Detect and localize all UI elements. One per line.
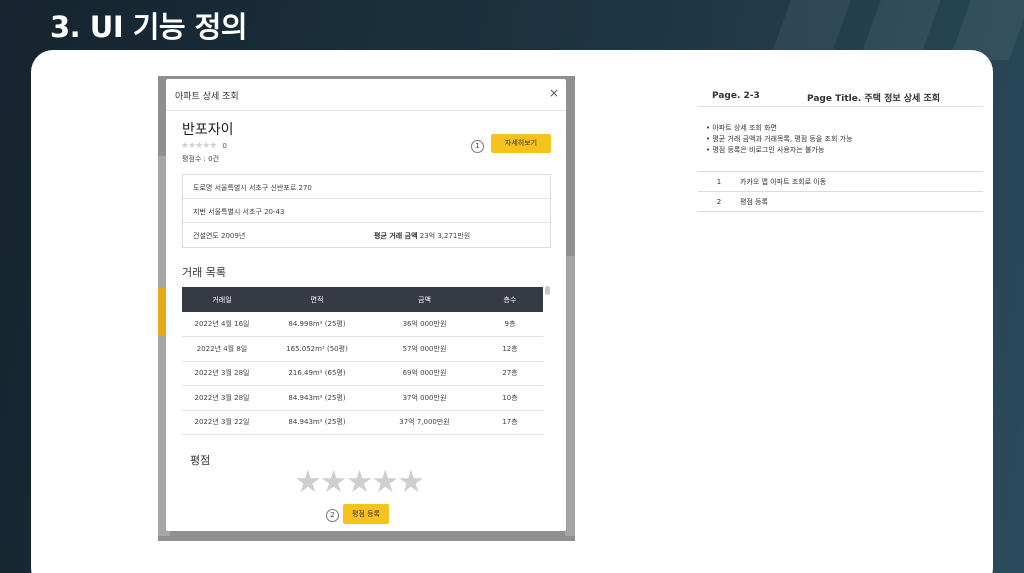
cell-price: 37억 7,000만원 [372, 410, 477, 435]
year-row: 건설연도 2009년 평균 거래 금액 23억 3,271만원 [183, 223, 550, 247]
description-header: Page. 2-3 Page Title. 주택 정보 상세 조회 [698, 85, 983, 107]
table-header-row: 거래일 면적 금액 층수 [182, 287, 543, 312]
cell-floor: 27층 [477, 361, 543, 386]
trade-table: 거래일 면적 금액 층수 2022년 4월 16일 84.998m² (25평)… [182, 287, 543, 435]
screenshot-frame: 아파트 상세 조회 × 반포자이 ★★★★★ 0 평점수 : 0건 1 자세히보기… [158, 76, 575, 541]
slide-title: 3. UI 기능 정의 [50, 10, 248, 44]
trade-list-title: 거래 목록 [182, 266, 226, 279]
page-title: Page Title. 주택 정보 상세 조회 [807, 94, 941, 104]
table-row: 1 카카오 맵 아파트 조회로 이동 [698, 171, 983, 192]
average-label: 평균 거래 금액 [374, 232, 418, 240]
rating-input-stars-icon[interactable]: ★★★★★ [294, 467, 425, 498]
page-number: Page. 2-3 [712, 91, 760, 101]
map-background-right [565, 256, 575, 536]
info-box: 도로명 서울특별시 서초구 신반포로 270 지번 서울특별시 서초구 20-4… [182, 174, 551, 248]
list-item: 아파트 상세 조회 화면 [706, 123, 983, 134]
feature-text: 카카오 맵 아파트 조회로 이동 [740, 171, 983, 192]
feature-number: 2 [698, 191, 740, 212]
table-row: 2022년 4월 16일 84.998m² (25평) 36억 000만원 9층 [182, 312, 543, 337]
rating-stars: ★★★★★ [181, 141, 217, 151]
cell-floor: 9층 [477, 312, 543, 337]
lot-address-row: 지번 서울특별시 서초구 20-43 [183, 199, 550, 223]
cell-date: 2022년 4월 8일 [182, 336, 262, 362]
col-header-date: 거래일 [182, 287, 262, 312]
description-panel: Page. 2-3 Page Title. 주택 정보 상세 조회 아파트 상세… [698, 85, 983, 212]
cell-area: 216.49m² (65평) [262, 361, 372, 386]
feature-text: 평점 등록 [740, 191, 983, 212]
annotation-marker-1: 1 [471, 140, 484, 153]
road-address-row: 도로명 서울특별시 서초구 신반포로 270 [183, 175, 550, 199]
list-item: 평균 거래 금액과 거래목록, 평점 등을 조회 가능 [706, 134, 983, 145]
close-icon[interactable]: × [549, 86, 559, 100]
lot-label: 지번 [193, 208, 206, 216]
modal-header: 아파트 상세 조회 [166, 79, 566, 111]
cell-price: 37억 000만원 [372, 385, 477, 411]
col-header-area: 면적 [262, 287, 372, 312]
table-row: 2022년 3월 28일 84.943m² (25평) 37억 000만원 10… [182, 385, 543, 411]
apartment-name: 반포자이 [182, 122, 234, 138]
cell-price: 69억 000만원 [372, 361, 477, 386]
rate-submit-button[interactable]: 평점 등록 [343, 504, 389, 524]
list-item: 평점 등록은 비로그인 사용자는 불가능 [706, 145, 983, 156]
average-price: 평균 거래 금액 23억 3,271만원 [374, 231, 470, 241]
road-label: 도로명 [193, 184, 213, 192]
cell-area: 84.943m² (25평) [262, 385, 372, 411]
rating-section-title: 평점 [190, 454, 211, 467]
col-header-floor: 층수 [477, 287, 543, 312]
cell-date: 2022년 4월 16일 [182, 312, 262, 337]
average-value: 23억 3,271만원 [419, 232, 471, 240]
lot-value: 서울특별시 서초구 20-43 [208, 208, 285, 216]
cell-date: 2022년 3월 22일 [182, 410, 262, 435]
cell-area: 165.052m² (50평) [262, 336, 372, 362]
cell-floor: 12층 [477, 336, 543, 362]
scrollbar[interactable] [545, 286, 550, 295]
cell-date: 2022년 3월 28일 [182, 361, 262, 386]
modal-title: 아파트 상세 조회 [175, 92, 239, 102]
apartment-detail-modal: 아파트 상세 조회 × 반포자이 ★★★★★ 0 평점수 : 0건 1 자세히보기… [166, 79, 566, 531]
description-bullets: 아파트 상세 조회 화면 평균 거래 금액과 거래목록, 평점 등을 조회 가능… [698, 123, 983, 156]
table-row: 2022년 3월 22일 84.943m² (25평) 37억 7,000만원 … [182, 410, 543, 435]
cell-area: 84.943m² (25평) [262, 410, 372, 435]
cell-date: 2022년 3월 28일 [182, 385, 262, 411]
feature-table: 1 카카오 맵 아파트 조회로 이동 2 평점 등록 [698, 171, 983, 212]
year-value: 2009년 [221, 232, 246, 240]
road-value: 서울특별시 서초구 신반포로 270 [214, 184, 312, 192]
annotation-marker-2: 2 [326, 509, 339, 522]
table-row: 2 평점 등록 [698, 191, 983, 212]
cell-price: 57억 000만원 [372, 336, 477, 362]
table-row: 2022년 3월 28일 216.49m² (65평) 69억 000만원 27… [182, 361, 543, 386]
rating-value: 0 [222, 142, 227, 150]
cell-floor: 17층 [477, 410, 543, 435]
table-row: 2022년 4월 8일 165.052m² (50평) 57억 000만원 12… [182, 336, 543, 362]
cell-price: 36억 000만원 [372, 312, 477, 337]
cell-floor: 10층 [477, 385, 543, 411]
cell-area: 84.998m² (25평) [262, 312, 372, 337]
feature-number: 1 [698, 171, 740, 192]
year-label: 건설연도 [193, 232, 219, 240]
detail-button[interactable]: 자세히보기 [491, 134, 551, 153]
rating-count: 평점수 : 0건 [182, 155, 220, 163]
col-header-price: 금액 [372, 287, 477, 312]
rating-stars-icon: ★★★★★ 0 [181, 141, 227, 151]
